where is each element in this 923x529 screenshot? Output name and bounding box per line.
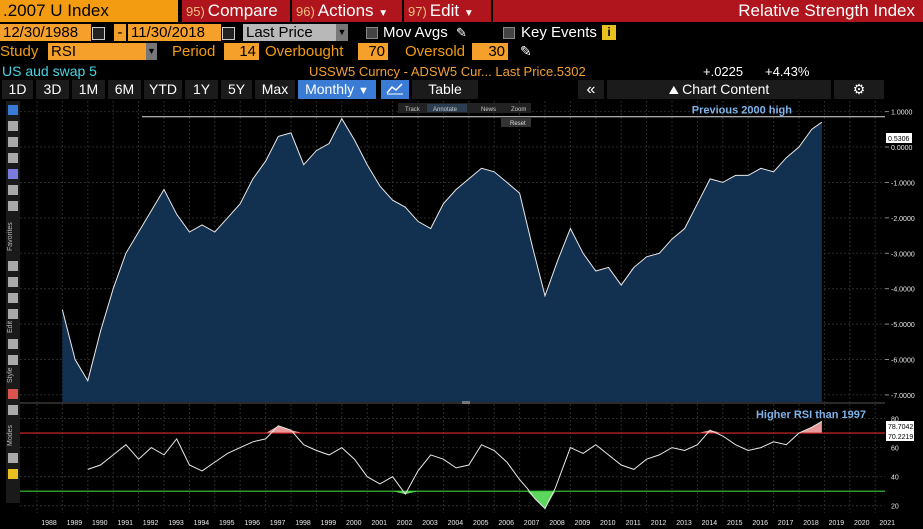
x-tick-label: 1989 bbox=[67, 520, 83, 527]
main-y-tick-label: 0.0000 bbox=[891, 145, 913, 152]
rsi-y-tick-label: 80 bbox=[891, 417, 899, 424]
pane-resize-handle[interactable] bbox=[462, 401, 470, 404]
x-tick-label: 2007 bbox=[524, 520, 540, 527]
x-tick-label: 2013 bbox=[676, 520, 692, 527]
x-tick-label: 1994 bbox=[194, 520, 210, 527]
x-tick-label: 1990 bbox=[92, 520, 108, 527]
main-y-tick-label: -4.0000 bbox=[891, 287, 915, 294]
track-tool[interactable]: Track bbox=[405, 107, 421, 113]
main-y-tick-label: -7.0000 bbox=[891, 393, 915, 400]
x-tick-label: 1992 bbox=[143, 520, 159, 527]
x-tick-label: 2014 bbox=[702, 520, 718, 527]
rsi-y-tick-label: 20 bbox=[891, 504, 899, 511]
last-value-text: 0.5306 bbox=[888, 136, 910, 143]
x-tick-label: 2011 bbox=[626, 520, 641, 527]
x-tick-label: 2009 bbox=[575, 520, 591, 527]
chart-area[interactable]: Previous 2000 high 0.5306 1.0000 0.0000 -1… bbox=[0, 0, 923, 529]
x-tick-label: 1995 bbox=[219, 520, 235, 527]
x-tick-label: 1988 bbox=[41, 520, 57, 527]
x-tick-label: 2010 bbox=[600, 520, 616, 527]
rsi-y-tick-label: 40 bbox=[891, 475, 899, 482]
x-tick-label: 2018 bbox=[803, 520, 819, 527]
x-tick-label: 2012 bbox=[651, 520, 667, 527]
zoom-tool[interactable]: Zoom bbox=[511, 107, 526, 113]
x-tick-label: 2015 bbox=[727, 520, 743, 527]
x-tick-label: 1996 bbox=[244, 520, 260, 527]
rsi-ob-text: 70.2219 bbox=[888, 434, 913, 441]
x-tick-label: 2008 bbox=[549, 520, 565, 527]
x-tick-label: 1991 bbox=[117, 520, 133, 527]
reset-label: Reset bbox=[510, 121, 526, 127]
x-tick-label: 1998 bbox=[295, 520, 311, 527]
main-y-tick-label: -2.0000 bbox=[891, 216, 915, 223]
rsi-y-tick-label: 60 bbox=[891, 446, 899, 453]
x-tick-label: 2005 bbox=[473, 520, 489, 527]
main-y-tick-label: -6.0000 bbox=[891, 358, 915, 365]
rsi-annotation: Higher RSI than 1997 bbox=[756, 409, 866, 421]
x-tick-label: 2016 bbox=[752, 520, 768, 527]
x-tick-label: 2017 bbox=[778, 520, 794, 527]
x-tick-label: 2003 bbox=[422, 520, 438, 527]
news-tool[interactable]: News bbox=[481, 107, 496, 113]
rsi-current-text: 78.7042 bbox=[888, 424, 913, 431]
previous-high-annotation: Previous 2000 high bbox=[692, 105, 793, 117]
x-tick-label: 1999 bbox=[321, 520, 337, 527]
x-tick-label: 2002 bbox=[397, 520, 413, 527]
x-tick-label: 1997 bbox=[270, 520, 286, 527]
main-y-tick-label: -3.0000 bbox=[891, 251, 915, 258]
x-tick-label: 1993 bbox=[168, 520, 184, 527]
x-tick-label: 2021 bbox=[879, 520, 895, 527]
x-tick-label: 2000 bbox=[346, 520, 362, 527]
x-tick-label: 2006 bbox=[498, 520, 514, 527]
x-tick-label: 2020 bbox=[854, 520, 870, 527]
x-tick-label: 2019 bbox=[829, 520, 845, 527]
main-y-tick-label: -1.0000 bbox=[891, 180, 915, 187]
x-tick-label: 2004 bbox=[448, 520, 464, 527]
x-tick-label: 2001 bbox=[371, 520, 387, 527]
main-y-tick-label: -5.0000 bbox=[891, 322, 915, 329]
main-y-tick-label: 1.0000 bbox=[891, 110, 913, 117]
annotate-tool[interactable]: Annotate bbox=[433, 107, 458, 113]
